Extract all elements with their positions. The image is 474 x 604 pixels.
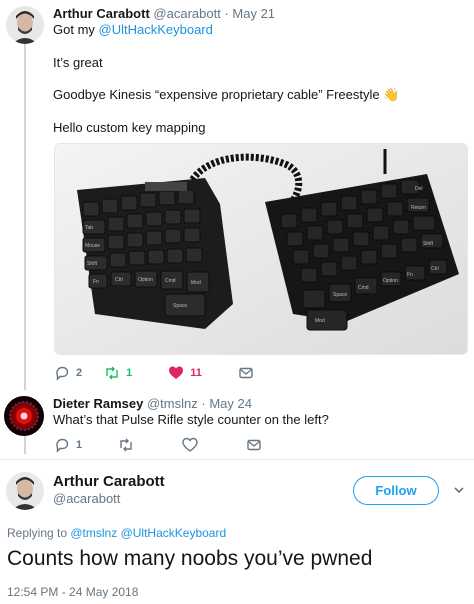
- tweet-date[interactable]: May 24: [209, 396, 252, 411]
- separator: ·: [224, 6, 229, 21]
- author-handle[interactable]: @tmslnz: [147, 396, 198, 411]
- keycap-label: Return: [411, 205, 426, 211]
- tweet-line-1: Got my @UltHackKeyboard: [53, 22, 213, 38]
- keycap-label: Cmd: [165, 278, 176, 284]
- avatar-photo: [6, 472, 44, 510]
- reply-icon: [56, 438, 69, 453]
- like-button[interactable]: [182, 437, 204, 453]
- dm-button[interactable]: [238, 365, 260, 381]
- tweet-actions: 2 1 11: [54, 364, 282, 382]
- retweet-count: 1: [126, 367, 133, 379]
- reply-icon: [56, 366, 69, 381]
- avatar-photo: [6, 6, 44, 44]
- keycap-label: Tab: [85, 225, 93, 231]
- avatar[interactable]: [4, 396, 44, 436]
- chevron-down-icon[interactable]: [452, 483, 466, 497]
- keycap-label: Mod: [315, 318, 325, 324]
- keycap-label: Shift: [423, 241, 434, 247]
- tweet-line-4: Hello custom key mapping: [53, 120, 206, 135]
- tweet-text: Counts how many noobs you’ve pwned: [7, 547, 373, 570]
- tweet-photo[interactable]: Tab Mouse Shift Fn Ctrl Option Cmd Mod S…: [54, 143, 468, 355]
- thread-line: [24, 44, 26, 390]
- keycap-label: Space: [333, 292, 347, 298]
- divider: [0, 459, 474, 460]
- reply-count: 2: [76, 367, 83, 379]
- envelope-icon: [239, 367, 253, 379]
- reply-button[interactable]: 2: [54, 365, 82, 381]
- tweet-date[interactable]: May 21: [232, 6, 275, 21]
- thread-line: [24, 436, 26, 454]
- avatar[interactable]: [6, 472, 44, 510]
- keycap-label: Cmd: [358, 285, 369, 291]
- keycap-label: Mod: [191, 280, 201, 286]
- keycap-label: Ctrl: [431, 266, 439, 272]
- keycap-label: Space: [173, 303, 187, 309]
- author-handle[interactable]: @acarabott: [153, 6, 220, 21]
- mention-link[interactable]: @UltHackKeyboard: [121, 526, 227, 540]
- reply-count: 1: [76, 439, 83, 451]
- tweet-actions: 1: [54, 436, 290, 454]
- mention-link[interactable]: @UltHackKeyboard: [99, 22, 213, 37]
- keycap-label: Fn: [93, 279, 99, 285]
- keycap-label: Fn: [407, 272, 413, 278]
- replying-to: Replying to @tmslnz @UltHackKeyboard: [7, 526, 226, 540]
- author-name[interactable]: Arthur Carabott: [53, 473, 165, 490]
- reply-button[interactable]: 1: [54, 437, 82, 453]
- author-name[interactable]: Arthur Carabott: [53, 6, 150, 21]
- avatar[interactable]: [6, 6, 44, 44]
- heart-icon: [169, 366, 184, 379]
- keycap-label: Shift: [87, 261, 98, 267]
- keycap-label: Option: [138, 277, 153, 283]
- dm-button[interactable]: [246, 437, 268, 453]
- tweet-line-3: Goodbye Kinesis “expensive proprietary c…: [53, 87, 400, 102]
- retweet-icon: [120, 438, 132, 452]
- keycap-label: Mouse: [85, 243, 100, 249]
- keyboard-photo: Tab Mouse Shift Fn Ctrl Option Cmd Mod S…: [55, 144, 467, 354]
- keycap-label: Del: [415, 186, 423, 192]
- tweet-text: What’s that Pulse Rifle style counter on…: [53, 412, 329, 427]
- tweet-text: Got my: [53, 22, 99, 37]
- like-count: 11: [190, 367, 202, 379]
- follow-button[interactable]: Follow: [353, 476, 439, 505]
- author-name[interactable]: Dieter Ramsey: [53, 396, 143, 411]
- separator: ·: [201, 396, 206, 411]
- tweet-header: Arthur Carabott @acarabott · May 21: [53, 6, 275, 21]
- like-button[interactable]: 11: [168, 365, 202, 381]
- retweet-button[interactable]: 1: [104, 365, 132, 381]
- envelope-icon: [247, 439, 261, 451]
- avatar-photo: [4, 396, 44, 436]
- keycap-label: Option: [383, 278, 398, 284]
- retweet-icon: [106, 366, 118, 380]
- tweet-timestamp[interactable]: 12:54 PM - 24 May 2018: [7, 585, 138, 599]
- heart-icon: [182, 437, 198, 452]
- retweet-button[interactable]: [118, 437, 140, 453]
- tweet-header: Dieter Ramsey @tmslnz · May 24: [53, 396, 252, 411]
- author-handle[interactable]: @acarabott: [53, 491, 120, 506]
- mention-link[interactable]: @tmslnz: [70, 526, 117, 540]
- replying-to-label: Replying to: [7, 526, 71, 540]
- tweet-line-2: It’s great: [53, 55, 103, 70]
- keycap-label: Ctrl: [115, 277, 123, 283]
